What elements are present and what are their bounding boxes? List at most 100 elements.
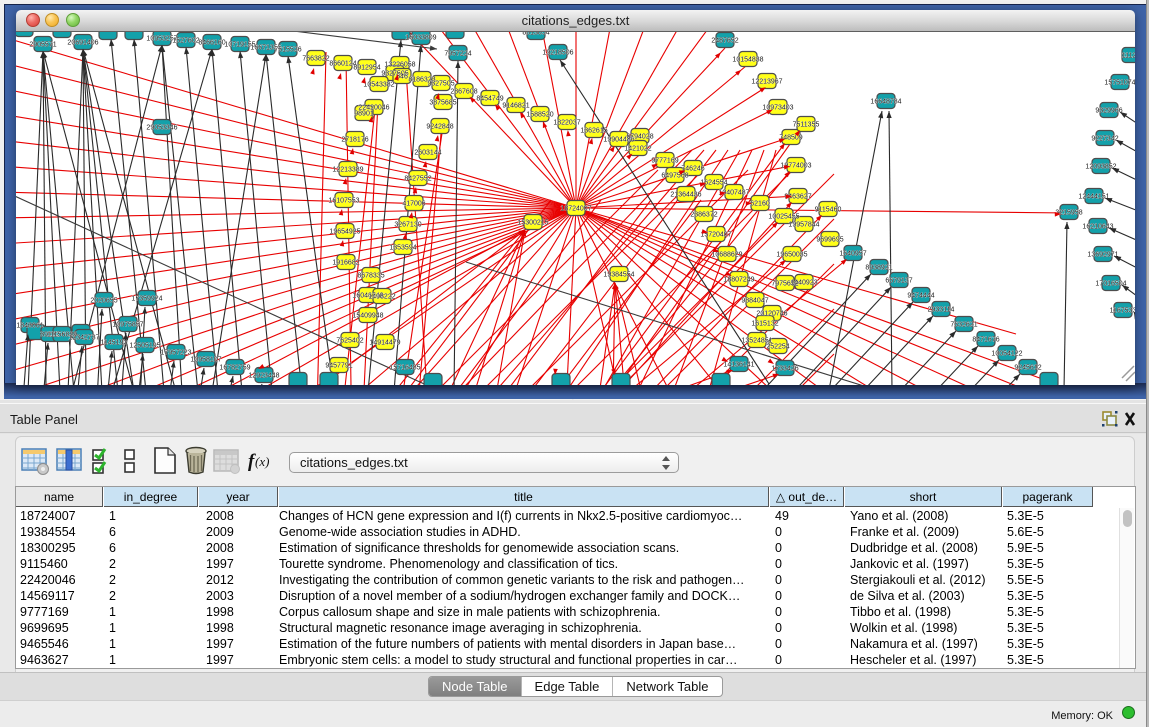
svg-text:746246: 746246 [681, 166, 704, 173]
svg-text:11123: 11123 [1122, 53, 1135, 60]
svg-text:3215958: 3215958 [1055, 210, 1082, 217]
svg-text:2603144: 2603144 [414, 150, 441, 157]
svg-text:9777169: 9777169 [651, 158, 678, 165]
svg-text:9329966: 9329966 [1095, 108, 1122, 115]
svg-text:2020655: 2020655 [90, 298, 117, 305]
svg-text:10154838: 10154838 [732, 57, 763, 64]
svg-text:29053346: 29053346 [146, 125, 177, 132]
svg-text:18724007: 18724007 [560, 206, 591, 213]
svg-text:12505195: 12505195 [129, 343, 160, 350]
svg-text:8912954: 8912954 [353, 65, 380, 72]
svg-text:17016504: 17016504 [1095, 281, 1126, 288]
svg-text:10543382: 10543382 [363, 82, 394, 89]
svg-text:7625402: 7625402 [336, 338, 363, 345]
svg-text:9699695: 9699695 [816, 237, 843, 244]
svg-text:19650035: 19650035 [776, 252, 807, 259]
svg-text:8466160: 8466160 [198, 40, 225, 47]
svg-text:10025455: 10025455 [768, 214, 799, 221]
svg-text:8938921: 8938921 [865, 265, 892, 272]
svg-text:9115460: 9115460 [815, 207, 842, 214]
svg-text:1843061: 1843061 [16, 323, 43, 330]
svg-text:9245612: 9245612 [1014, 365, 1041, 372]
svg-text:1916682: 1916682 [332, 260, 359, 267]
svg-text:(x): (x) [255, 454, 269, 469]
svg-text:1498222: 1498222 [368, 294, 395, 301]
svg-text:1640957: 1640957 [839, 251, 866, 258]
svg-text:12444151: 12444151 [1078, 194, 1109, 201]
svg-text:19218506: 19218506 [542, 50, 573, 57]
svg-text:14914479: 14914479 [369, 340, 400, 347]
svg-text:7663822: 7663822 [302, 56, 329, 63]
svg-text:1527602: 1527602 [172, 38, 199, 45]
svg-text:15300215: 15300215 [517, 220, 548, 227]
svg-text:1167533: 1167533 [1110, 308, 1135, 315]
svg-text:2867608: 2867608 [450, 89, 477, 96]
svg-text:1440923: 1440923 [790, 280, 817, 287]
svg-text:2905571: 2905571 [29, 42, 56, 49]
svg-text:10975857: 10975857 [112, 322, 143, 329]
svg-text:10958107: 10958107 [190, 357, 221, 364]
svg-text:19654925: 19654925 [329, 229, 360, 236]
svg-text:20691406: 20691406 [67, 40, 98, 47]
svg-text:20120746: 20120746 [756, 311, 787, 318]
svg-text:17359924: 17359924 [131, 296, 162, 303]
svg-text:9884047: 9884047 [741, 298, 768, 305]
svg-text:13692971: 13692971 [1087, 252, 1118, 259]
svg-text:16782759: 16782759 [219, 365, 250, 372]
svg-text:2718176: 2718176 [341, 137, 368, 144]
svg-text:9457791: 9457791 [325, 363, 352, 370]
svg-text:18807249: 18807249 [723, 277, 754, 284]
svg-text:16648784: 16648784 [870, 99, 901, 106]
svg-text:98901: 98901 [354, 111, 374, 118]
svg-text:8678335: 8678335 [357, 273, 384, 280]
svg-text:12342737: 12342737 [68, 335, 99, 342]
svg-text:15716485: 15716485 [389, 365, 420, 372]
svg-text:1421022: 1421022 [624, 146, 651, 153]
svg-text:6497568: 6497568 [661, 173, 688, 180]
svg-text:13226058: 13226058 [384, 62, 415, 69]
svg-text:1588520: 1588520 [526, 112, 553, 119]
svg-text:14136141: 14136141 [723, 362, 754, 369]
svg-text:8471676: 8471676 [972, 337, 999, 344]
svg-text:1733426: 1733426 [771, 366, 798, 373]
svg-text:9327505: 9327505 [427, 81, 454, 88]
svg-text:17957223: 17957223 [160, 350, 191, 357]
svg-text:16107553: 16107553 [328, 198, 359, 205]
svg-text:1624554: 1624554 [700, 180, 727, 187]
svg-text:9146821: 9146821 [502, 103, 529, 110]
svg-text:12923448: 12923448 [248, 373, 279, 380]
svg-text:12093852: 12093852 [1085, 164, 1116, 171]
svg-text:12213967: 12213967 [751, 79, 782, 86]
svg-text:252254: 252254 [766, 344, 789, 351]
svg-text:8454749: 8454749 [476, 96, 503, 103]
svg-text:12213389: 12213389 [332, 167, 363, 174]
svg-text:7515526: 7515526 [274, 47, 301, 54]
svg-text:16033809: 16033809 [405, 35, 436, 42]
svg-text:15409948: 15409948 [352, 313, 383, 320]
svg-text:3267130: 3267130 [394, 222, 421, 229]
svg-text:8813054: 8813054 [522, 32, 549, 37]
svg-text:16210643: 16210643 [1082, 224, 1113, 231]
svg-text:6794028: 6794028 [626, 134, 653, 141]
svg-text:19957844: 19957844 [788, 222, 819, 229]
svg-text:9227342: 9227342 [1091, 136, 1118, 143]
svg-text:21364436: 21364436 [670, 192, 701, 199]
svg-text:10054122: 10054122 [991, 351, 1022, 358]
svg-text:19384554: 19384554 [603, 272, 634, 279]
svg-text:10688629: 10688629 [711, 252, 742, 259]
svg-text:9242848: 9242848 [426, 124, 453, 131]
svg-text:2933114: 2933114 [928, 307, 955, 314]
svg-text:6679137: 6679137 [885, 278, 912, 285]
svg-text:417006: 417006 [402, 201, 425, 208]
svg-text:7957224: 7957224 [444, 51, 471, 58]
svg-text:1615132: 1615132 [751, 321, 778, 328]
svg-text:1362615: 1362615 [580, 128, 607, 135]
svg-text:1353594: 1353594 [389, 245, 416, 252]
svg-text:2487652: 2487652 [711, 38, 738, 45]
svg-text:15751074: 15751074 [1104, 80, 1135, 87]
svg-text:1822037: 1822037 [553, 120, 580, 127]
svg-text:8427552: 8427552 [404, 176, 431, 183]
svg-text:7511355: 7511355 [793, 122, 820, 129]
svg-text:1145193: 1145193 [101, 340, 128, 347]
svg-text:2386372: 2386372 [690, 212, 717, 219]
